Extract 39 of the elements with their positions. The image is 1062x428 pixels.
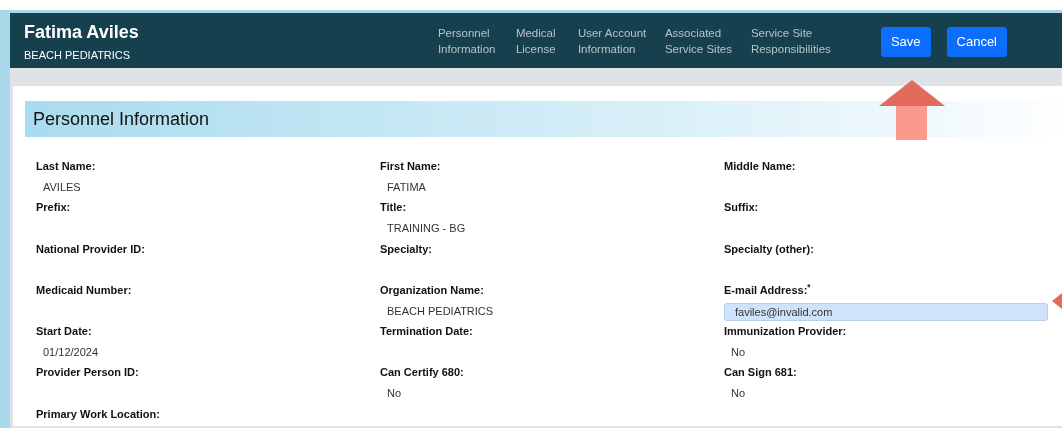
field-value: No xyxy=(730,386,746,401)
organization-name: BEACH PEDIATRICS xyxy=(24,48,132,63)
field-label: Organization Name: xyxy=(380,282,484,297)
input-field[interactable]: faviles@invalid.com xyxy=(724,302,1048,321)
field-label: Start Date: xyxy=(36,324,92,339)
action-button[interactable]: Cancel xyxy=(946,27,1007,57)
annotation-arrow xyxy=(879,80,945,140)
field-label: Primary Work Location: xyxy=(36,406,160,421)
field-label: Prefix: xyxy=(36,200,71,215)
field-label: Middle Name: xyxy=(724,159,796,173)
nav-link[interactable]: Medical License xyxy=(515,25,578,57)
field-label: National Provider ID: xyxy=(36,241,145,256)
field-value: AVILES xyxy=(42,180,81,194)
nav-link[interactable]: Personnel Information xyxy=(437,25,516,57)
field-label: Provider Person ID: xyxy=(36,365,139,380)
field-value: BEACH PEDIATRICS xyxy=(386,303,494,318)
field-label: E-mail Address:$^{*}$ xyxy=(724,282,811,297)
field-label: Specialty: xyxy=(380,241,432,256)
field-value: FATIMA xyxy=(386,180,426,194)
field-label: Title: xyxy=(380,200,407,215)
field-label: Immunization Provider: xyxy=(724,324,847,339)
field-label: Can Certify 680: xyxy=(380,365,464,380)
field-label: Last Name: xyxy=(36,159,96,173)
field-value: 01/12/2024 xyxy=(42,345,99,360)
field-value: TRAINING - BG xyxy=(386,221,466,236)
field-value: No xyxy=(386,386,402,401)
field-label: Can Sign 681: xyxy=(724,365,797,380)
annotation-arrow xyxy=(1052,293,1062,309)
field-label: Specialty (other): xyxy=(724,241,814,256)
field-label: First Name: xyxy=(380,159,441,173)
field-label: Termination Date: xyxy=(380,324,473,339)
field-value: No xyxy=(730,345,746,360)
nav-link[interactable]: Service Site Responsibilities xyxy=(750,25,851,57)
person-name: Fatima Aviles xyxy=(24,21,139,43)
action-button[interactable]: Save xyxy=(880,27,931,57)
nav-link[interactable]: User Account Information xyxy=(577,25,665,57)
nav-link[interactable]: Associated Service Sites xyxy=(664,25,751,57)
field-label: Medicaid Number: xyxy=(36,282,132,297)
field-label: Suffix: xyxy=(724,200,759,215)
